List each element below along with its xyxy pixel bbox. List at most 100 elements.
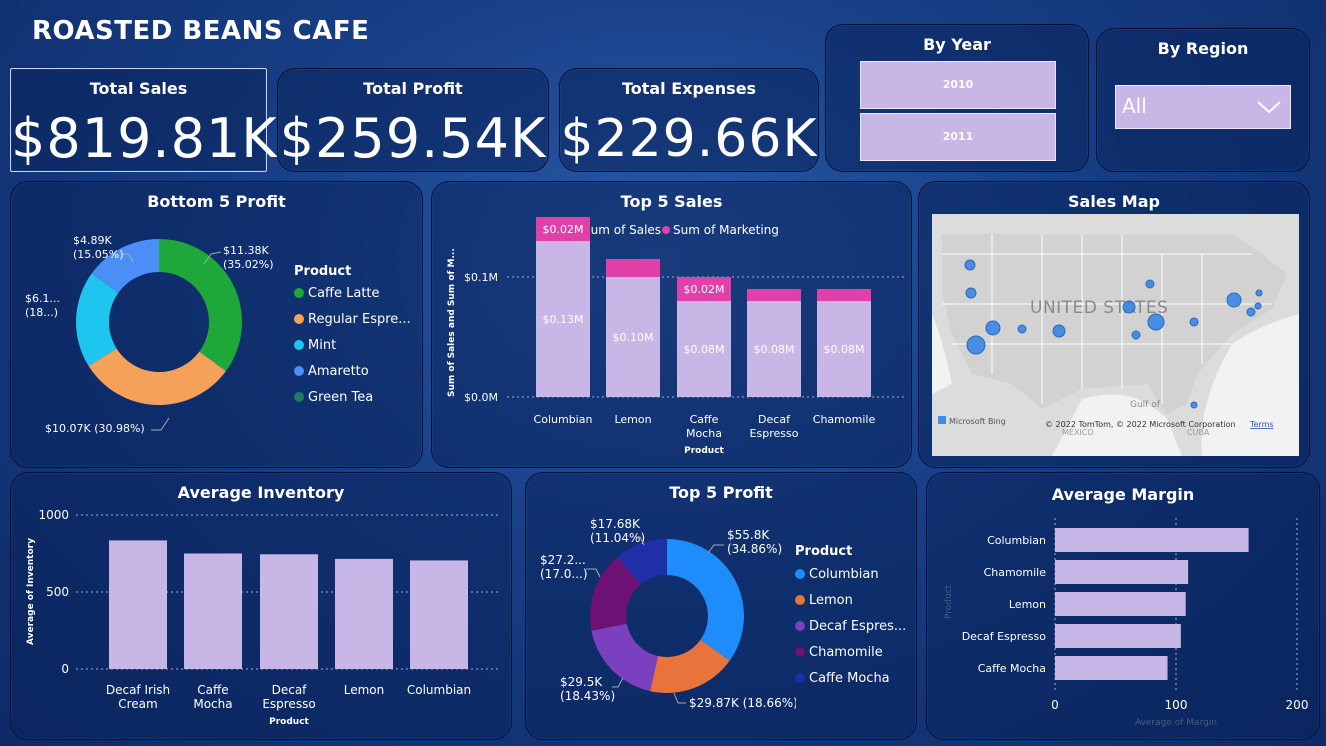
map-point (1189, 317, 1199, 327)
legend-dot-icon (294, 314, 304, 324)
x-tick-label-line: Decaf (272, 683, 308, 697)
map-point (1052, 324, 1066, 338)
bottom5-legend-item[interactable]: Amaretto (294, 364, 369, 379)
map-point (1246, 307, 1256, 317)
data-label: $11.38K (35.02%) (223, 244, 274, 271)
top5profit-legend-item[interactable]: Lemon (795, 593, 853, 608)
x-tick-label-line: Chamomile (813, 413, 876, 426)
legend-dot-icon (795, 647, 805, 657)
x-tick-label-line: Cream (118, 697, 157, 711)
leader-line (612, 677, 624, 688)
x-axis-label: Product (269, 717, 309, 727)
y-tick-label: $0.0M (464, 391, 498, 404)
y-tick-label: $0.1M (464, 271, 498, 284)
x-tick-label: Caffe Mocha (686, 413, 722, 440)
leader-line (151, 417, 170, 431)
x-tick-label: Decaf Espresso (262, 683, 315, 711)
map-point (985, 320, 1001, 336)
avg-inventory-card: Average Inventory 1000 500 0 Average of Inv… (10, 472, 512, 740)
map-point (1145, 279, 1155, 289)
legend-label: Caffe Mocha (809, 671, 890, 686)
data-label-line: $29.5K (560, 675, 603, 689)
x-axis-label: Product (684, 446, 724, 456)
year-option-2010[interactable]: 2010 (860, 61, 1056, 109)
map-point (1255, 289, 1263, 297)
bottom5-donut-chart: $11.38K (35.02%)$10.07K (30.98%)$6.1... (1… (25, 234, 274, 435)
data-label-line: $29.87K (18.66%) (689, 696, 796, 710)
y-tick-label: Caffe Mocha (978, 662, 1046, 675)
map-point (1254, 302, 1262, 310)
marketing-bar (817, 289, 871, 301)
country-label: UNITED STATES (1030, 298, 1168, 318)
sales-data-label: $0.08M (684, 343, 725, 356)
top5profit-legend-item[interactable]: Chamomile (795, 645, 883, 660)
top5profit-legend-item[interactable]: Caffe Mocha (795, 671, 890, 686)
terms-link[interactable]: Terms (1249, 420, 1274, 429)
x-tick-label-line: Lemon (614, 413, 651, 426)
x-tick-label-line: Espresso (750, 427, 799, 440)
data-label-line: (18.43%) (560, 689, 615, 703)
chart-title: Sales Map (1068, 192, 1160, 211)
bing-label: Microsoft Bing (949, 417, 1006, 426)
data-label: $17.68K (11.04%) (590, 517, 645, 545)
legend-dot-icon (294, 366, 304, 376)
top5-sales-bar-chart: Sum of Sales Sum of Marketing $0.1M $0.0M Su… (447, 217, 904, 456)
y-tick-label: 500 (46, 585, 69, 599)
kpi-total-expenses[interactable]: Total Expenses $229.66K (559, 68, 819, 172)
data-label: $55.8K (34.86%) (727, 528, 782, 556)
inventory-bar (184, 553, 242, 669)
kpi-value: $229.66K (560, 109, 818, 169)
bottom5-legend-item[interactable]: Mint (294, 338, 336, 353)
margin-bar (1055, 656, 1168, 680)
top5profit-legend-item[interactable]: Columbian (795, 567, 879, 582)
bottom5-legend-item[interactable]: Caffe Latte (294, 286, 380, 301)
x-tick-label-line: Columbian (534, 413, 593, 426)
kpi-total-profit[interactable]: Total Profit $259.54K (277, 68, 549, 172)
legend-dot-icon (294, 392, 304, 402)
x-tick-label: Chamomile (813, 413, 876, 426)
region-dropdown[interactable]: All (1115, 85, 1291, 129)
map-point (1147, 313, 1165, 331)
kpi-label: Total Expenses (621, 79, 757, 98)
x-tick-label: 100 (1165, 698, 1188, 712)
inventory-bar (260, 554, 318, 669)
x-tick-label: Lemon (614, 413, 651, 426)
legend-label: Sum of Sales (583, 223, 661, 237)
y-axis-label: Product (944, 584, 954, 619)
kpi-value: $819.81K (11, 107, 278, 170)
margin-bar (1055, 624, 1181, 648)
by-year-slicer: By Year 2010 2011 (825, 24, 1089, 172)
leader-line (673, 692, 686, 704)
data-label: $6.1... (18...) (25, 292, 60, 319)
map-point (1017, 324, 1027, 334)
legend-label: Decaf Espres... (809, 619, 907, 634)
legend-dot-icon (795, 673, 805, 683)
slicer-title: By Year (923, 35, 991, 54)
x-tick-label: Lemon (344, 683, 385, 697)
year-option-2011[interactable]: 2011 (860, 113, 1056, 161)
map-point (1190, 401, 1198, 409)
legend-dot-icon (294, 340, 304, 350)
map-point (964, 259, 976, 271)
donut-slice (667, 539, 744, 661)
map-point (965, 287, 977, 299)
map-point (1131, 330, 1141, 340)
data-label-line: $11.38K (223, 244, 269, 257)
top5-sales-card: Top 5 Sales Sum of Sales Sum of Marketing… (431, 181, 912, 468)
x-tick-label-line: Columbian (407, 683, 471, 697)
x-tick-label: Columbian (407, 683, 471, 697)
region-selected: All (1122, 94, 1147, 118)
sales-data-label: $0.08M (754, 343, 795, 356)
sales-data-label: $0.08M (824, 343, 865, 356)
top5profit-legend-item[interactable]: Decaf Espres... (795, 619, 906, 634)
kpi-total-sales[interactable]: Total Sales $819.81K (10, 68, 278, 172)
data-label: $29.87K (18.66%) (689, 696, 796, 710)
us-map[interactable]: UNITED STATES Gulf of MÉXICO CUBA Micros… (932, 214, 1299, 456)
margin-bar (1055, 592, 1186, 616)
bottom5-legend-item[interactable]: Green Tea (294, 390, 373, 405)
data-label-line: $27.2... (540, 553, 586, 567)
inventory-bar (109, 540, 167, 669)
bottom5-legend-item[interactable]: Regular Espre... (294, 312, 411, 327)
legend-label: Columbian (809, 567, 879, 582)
kpi-label: Total Profit (363, 79, 463, 98)
